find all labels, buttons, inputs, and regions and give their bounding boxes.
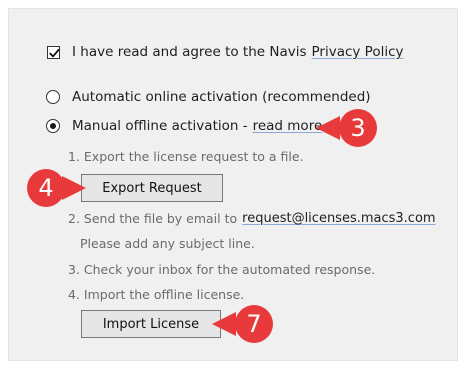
callout-number-3: 3 xyxy=(350,114,366,142)
agree-checkbox[interactable] xyxy=(47,45,60,59)
step-1-text: 1. Export the license request to a file. xyxy=(68,149,304,164)
step-2-note-text: Please add any subject line. xyxy=(80,236,255,251)
privacy-policy-link[interactable]: Privacy Policy xyxy=(312,44,404,60)
checkmark-icon xyxy=(49,48,60,57)
manual-activation-radio[interactable] xyxy=(46,119,60,133)
step-3-text: 3. Check your inbox for the automated re… xyxy=(68,262,376,277)
step-2: 2. Send the file by email to request@lic… xyxy=(68,211,436,226)
step-2-note: Please add any subject line. xyxy=(80,236,255,251)
callout-badge-4: 4 xyxy=(26,168,88,208)
radio-selected-dot xyxy=(50,123,56,129)
automatic-activation-radio[interactable] xyxy=(46,90,60,104)
read-more-link[interactable]: read more xyxy=(253,118,323,134)
export-request-button[interactable]: Export Request xyxy=(81,174,223,202)
callout-badge-3: 3 xyxy=(316,108,378,148)
step-3: 3. Check your inbox for the automated re… xyxy=(68,262,375,277)
manual-activation-option[interactable]: Manual offline activation - read more xyxy=(46,118,322,134)
automatic-activation-label: Automatic online activation (recommended… xyxy=(72,89,371,105)
callout-number-7: 7 xyxy=(246,310,262,338)
step-4-text: 4. Import the offline license. xyxy=(68,287,245,302)
email-link[interactable]: request@licenses.macs3.com xyxy=(242,211,435,226)
callout-number-4: 4 xyxy=(38,174,54,202)
import-license-button[interactable]: Import License xyxy=(81,310,221,338)
step-4: 4. Import the offline license. xyxy=(68,287,244,302)
manual-activation-label: Manual offline activation - xyxy=(72,118,248,134)
agree-row: I have read and agree to the Navis Priva… xyxy=(47,44,404,60)
callout-badge-7: 7 xyxy=(212,304,274,344)
step-2-text: 2. Send the file by email to xyxy=(68,211,238,226)
automatic-activation-option[interactable]: Automatic online activation (recommended… xyxy=(46,89,371,105)
step-1: 1. Export the license request to a file. xyxy=(68,149,304,164)
agree-label: I have read and agree to the Navis xyxy=(72,44,307,60)
